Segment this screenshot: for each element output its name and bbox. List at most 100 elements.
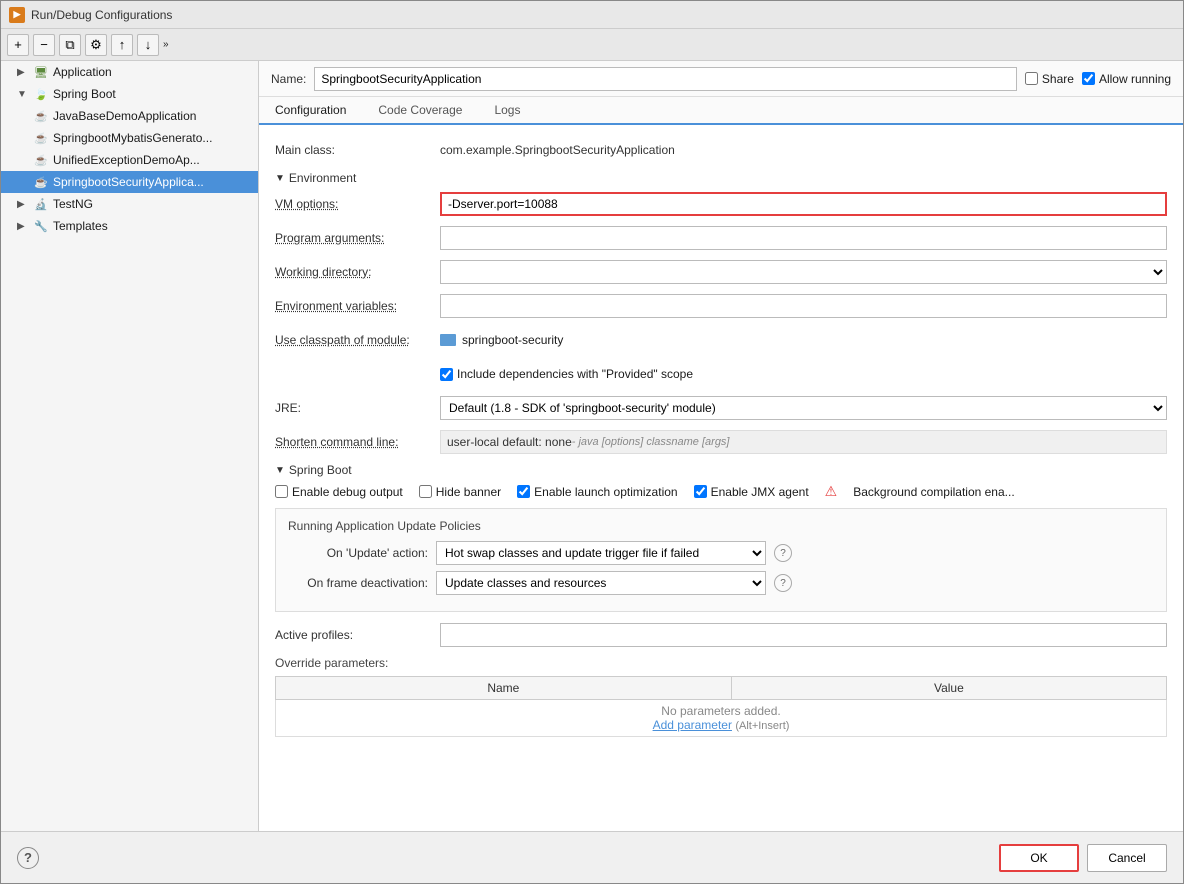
- main-class-row: Main class: com.example.SpringbootSecuri…: [275, 137, 1167, 163]
- settings-button[interactable]: ⚙: [85, 34, 107, 56]
- ok-button[interactable]: OK: [999, 844, 1079, 872]
- env-arrow[interactable]: ▼: [275, 173, 285, 184]
- add-param-shortcut: (Alt+Insert): [735, 720, 789, 732]
- move-down-button[interactable]: ↓: [137, 34, 159, 56]
- main-class-value: com.example.SpringbootSecurityApplicatio…: [440, 143, 1167, 157]
- sidebar-item-java1[interactable]: ☕ JavaBaseDemoApplication: [1, 105, 258, 127]
- debug-output-checkbox-label[interactable]: Enable debug output: [275, 485, 403, 499]
- update-policies-title: Running Application Update Policies: [288, 519, 1154, 533]
- jre-field: Default (1.8 - SDK of 'springboot-securi…: [440, 396, 1167, 420]
- templates-icon: 🔧: [33, 218, 49, 234]
- cancel-button[interactable]: Cancel: [1087, 844, 1167, 872]
- active-profiles-field: [440, 623, 1167, 647]
- sidebar-java4-label: SpringbootSecurityApplica...: [53, 175, 204, 189]
- share-checkbox[interactable]: [1025, 72, 1038, 85]
- tab-configuration[interactable]: Configuration: [259, 97, 362, 125]
- bottom-bar: ? OK Cancel: [1, 831, 1183, 883]
- environment-label: Environment: [289, 171, 356, 185]
- java4-icon: ☕: [33, 174, 49, 190]
- sidebar-item-testng[interactable]: ▶ 🔬 TestNG: [1, 193, 258, 215]
- program-args-row: Program arguments:: [275, 225, 1167, 251]
- program-args-input[interactable]: [440, 226, 1167, 250]
- classpath-field: springboot-security: [440, 333, 1167, 347]
- java1-icon: ☕: [33, 108, 49, 124]
- include-deps-row: Include dependencies with "Provided" sco…: [275, 361, 1167, 387]
- sidebar-item-java2[interactable]: ☕ SpringbootMybatisGenerato...: [1, 127, 258, 149]
- name-input[interactable]: [314, 67, 1017, 91]
- shorten-hint: - java [options] classname [args]: [572, 436, 730, 448]
- main-class-label: Main class:: [275, 143, 440, 157]
- remove-config-button[interactable]: −: [33, 34, 55, 56]
- share-checkbox-label[interactable]: Share: [1025, 72, 1074, 86]
- working-dir-label: Working directory:: [275, 265, 440, 279]
- launch-opt-checkbox[interactable]: [517, 485, 530, 498]
- sidebar-java1-label: JavaBaseDemoApplication: [53, 109, 196, 123]
- active-profiles-input[interactable]: [440, 623, 1167, 647]
- working-dir-select[interactable]: [440, 260, 1167, 284]
- include-deps-field: Include dependencies with "Provided" sco…: [440, 367, 1167, 381]
- bg-compile-label: Background compilation ena...: [853, 485, 1014, 499]
- bottom-right: OK Cancel: [999, 844, 1167, 872]
- title-bar: ▶ Run/Debug Configurations: [1, 1, 1183, 29]
- override-params-title: Override parameters:: [275, 656, 1167, 670]
- springboot-icon: 🍃: [33, 86, 49, 102]
- include-deps-checkbox[interactable]: [440, 368, 453, 381]
- sidebar-item-application[interactable]: ▶ 🖥 Application: [1, 61, 258, 83]
- sidebar-item-java4[interactable]: ☕ SpringbootSecurityApplica...: [1, 171, 258, 193]
- sidebar-item-templates[interactable]: ▶ 🔧 Templates: [1, 215, 258, 237]
- jmx-label: Enable JMX agent: [711, 485, 809, 499]
- bottom-left: ?: [17, 847, 39, 869]
- vm-options-field: [440, 192, 1167, 216]
- sidebar-java2-label: SpringbootMybatisGenerato...: [53, 131, 212, 145]
- active-profiles-label: Active profiles:: [275, 628, 440, 642]
- springboot-arrow[interactable]: ▼: [275, 465, 285, 476]
- window-icon: ▶: [9, 7, 25, 23]
- update-action-help[interactable]: ?: [774, 544, 792, 562]
- shorten-main-value: user-local default: none: [447, 435, 572, 449]
- launch-opt-checkbox-label[interactable]: Enable launch optimization: [517, 485, 677, 499]
- tab-code-coverage[interactable]: Code Coverage: [362, 97, 478, 125]
- add-param-link[interactable]: Add parameter: [653, 718, 732, 732]
- hide-banner-checkbox-label[interactable]: Hide banner: [419, 485, 501, 499]
- environment-section-header: ▼ Environment: [275, 171, 1167, 185]
- program-args-label: Program arguments:: [275, 231, 440, 245]
- working-dir-row: Working directory:: [275, 259, 1167, 285]
- jmx-checkbox-label[interactable]: Enable JMX agent: [694, 485, 809, 499]
- frame-deactivation-select[interactable]: Update classes and resources: [436, 571, 766, 595]
- allow-running-checkbox-label[interactable]: Allow running: [1082, 72, 1171, 86]
- allow-running-checkbox[interactable]: [1082, 72, 1095, 85]
- sidebar-item-templates-label: Templates: [53, 219, 108, 233]
- env-vars-input[interactable]: [440, 294, 1167, 318]
- move-up-button[interactable]: ↑: [111, 34, 133, 56]
- update-action-select[interactable]: Hot swap classes and update trigger file…: [436, 541, 766, 565]
- hide-banner-checkbox[interactable]: [419, 485, 432, 498]
- tab-logs[interactable]: Logs: [478, 97, 536, 125]
- shorten-row: Shorten command line: user-local default…: [275, 429, 1167, 455]
- spring-checkboxes: Enable debug output Hide banner Enable l…: [275, 483, 1167, 500]
- jre-select[interactable]: Default (1.8 - SDK of 'springboot-securi…: [440, 396, 1167, 420]
- expand-arrow-testng: ▶: [17, 199, 29, 210]
- sidebar-item-springboot[interactable]: ▼ 🍃 Spring Boot: [1, 83, 258, 105]
- shorten-field: user-local default: none - java [options…: [440, 430, 1167, 454]
- expand-arrow-templates: ▶: [17, 221, 29, 232]
- jre-label: JRE:: [275, 401, 440, 415]
- add-config-button[interactable]: +: [7, 34, 29, 56]
- config-content: Main class: com.example.SpringbootSecuri…: [259, 125, 1183, 831]
- jmx-checkbox[interactable]: [694, 485, 707, 498]
- no-params-text: No parameters added.: [284, 704, 1158, 718]
- name-label: Name:: [271, 72, 306, 86]
- include-deps-checkbox-label[interactable]: Include dependencies with "Provided" sco…: [440, 367, 1167, 381]
- name-bar: Name: Share Allow running: [259, 61, 1183, 97]
- help-button[interactable]: ?: [17, 847, 39, 869]
- active-profiles-row: Active profiles:: [275, 622, 1167, 648]
- main-area: ▶ 🖥 Application ▼ 🍃 Spring Boot ☕ JavaBa…: [1, 61, 1183, 831]
- tabs-bar: Configuration Code Coverage Logs: [259, 97, 1183, 125]
- debug-output-checkbox[interactable]: [275, 485, 288, 498]
- include-deps-label: Include dependencies with "Provided" sco…: [457, 367, 693, 381]
- vm-options-input[interactable]: [440, 192, 1167, 216]
- sidebar-java3-label: UnifiedExceptionDemoAp...: [53, 153, 200, 167]
- toolbar-more[interactable]: »: [163, 39, 169, 50]
- sidebar-item-java3[interactable]: ☕ UnifiedExceptionDemoAp...: [1, 149, 258, 171]
- copy-config-button[interactable]: ⧉: [59, 34, 81, 56]
- frame-deactivation-help[interactable]: ?: [774, 574, 792, 592]
